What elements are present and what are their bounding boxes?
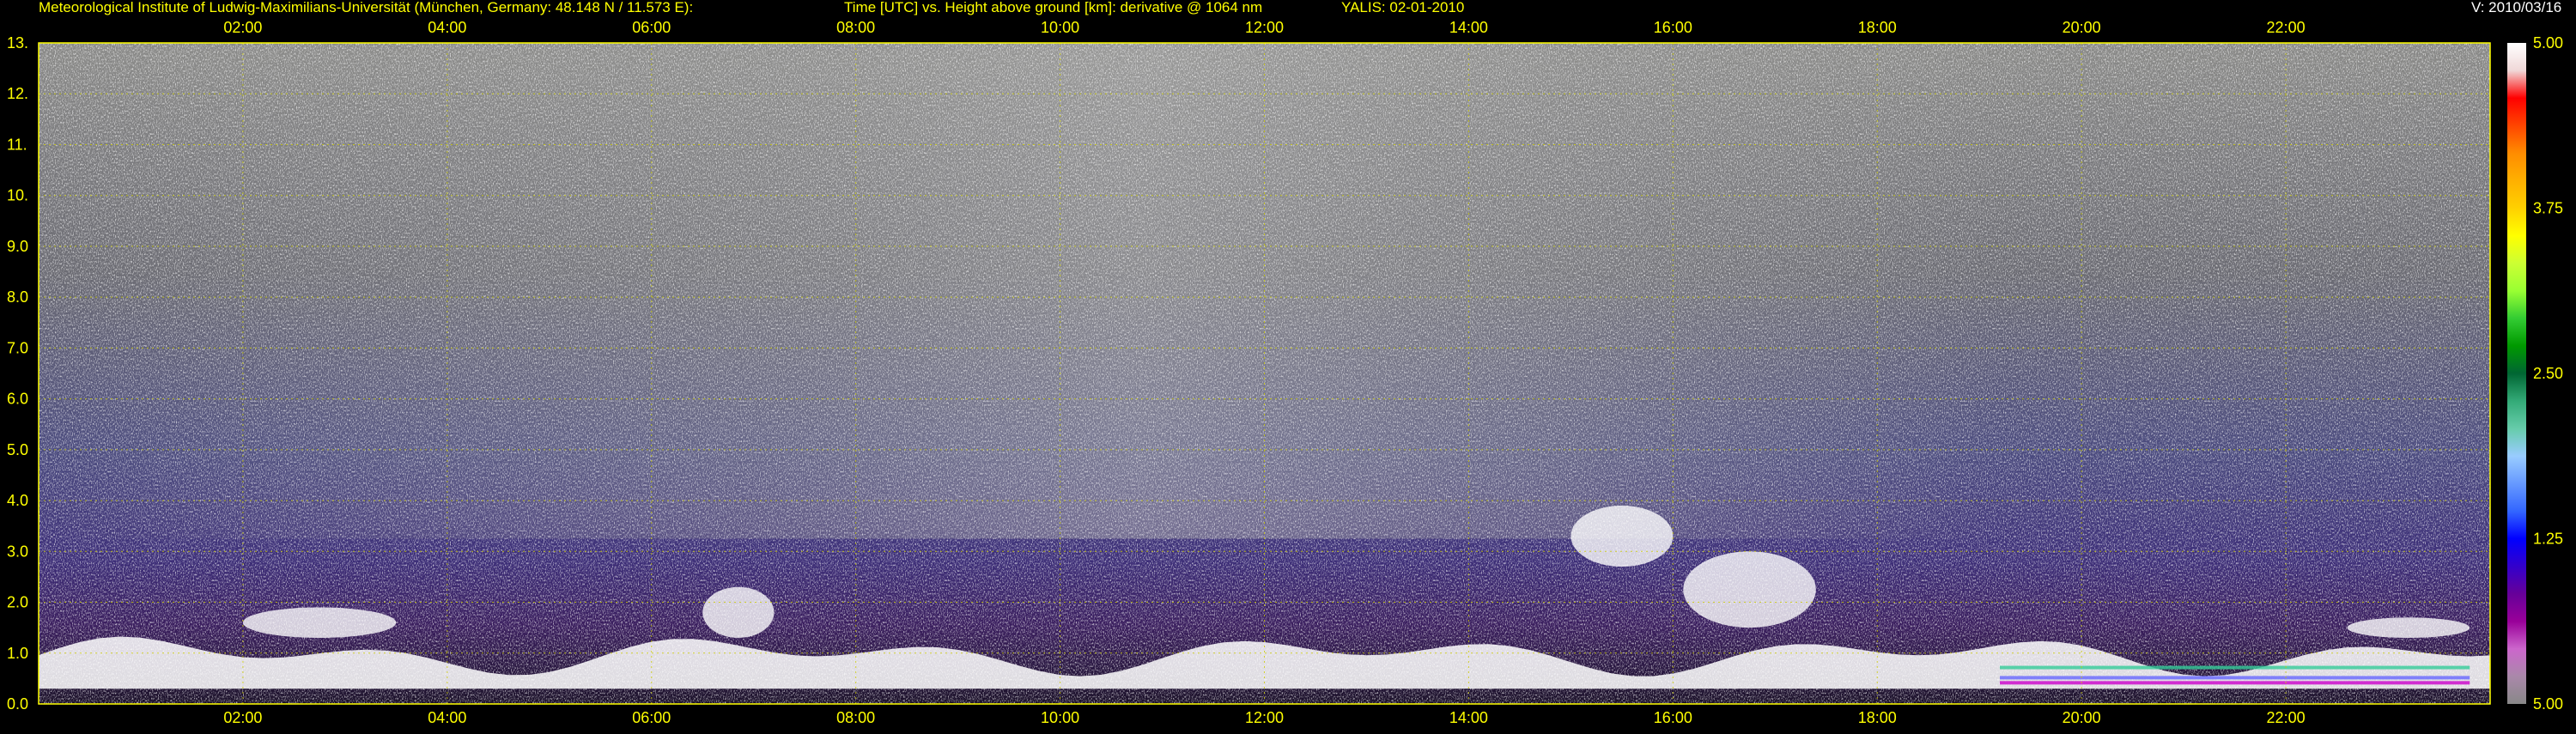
feature-cloud: [1571, 506, 1674, 567]
y-tick-label: 5.0: [7, 441, 28, 458]
y-tick-label: 13.: [7, 34, 28, 52]
y-tick-label: 3.0: [7, 543, 28, 560]
x-tick-label-bottom: 04:00: [428, 709, 466, 726]
x-tick-label-bottom: 06:00: [632, 709, 671, 726]
colorbar-label: 5.00: [2533, 695, 2563, 713]
y-tick-label: 4.0: [7, 492, 28, 509]
x-tick-label-bottom: 12:00: [1245, 709, 1284, 726]
x-tick-label-bottom: 02:00: [223, 709, 262, 726]
x-tick-label-top: 06:00: [632, 19, 671, 36]
x-tick-label-top: 12:00: [1245, 19, 1284, 36]
feature-cloud: [2347, 617, 2470, 639]
x-tick-label-top: 02:00: [223, 19, 262, 36]
x-tick-label-bottom: 08:00: [836, 709, 875, 726]
y-tick-label: 6.0: [7, 391, 28, 408]
plot-title: Time [UTC] vs. Height above ground [km]:…: [844, 0, 1262, 15]
feature-cloud: [242, 607, 397, 638]
colorbar: 5.00 3.75 2.50 1.25 5.00: [2507, 34, 2563, 713]
colorbar-label: 5.00: [2533, 34, 2563, 52]
y-tick-label: 7.0: [7, 339, 28, 356]
colorbar-label: 1.25: [2533, 531, 2563, 548]
version-label: V: 2010/03/16: [2471, 0, 2561, 15]
x-tick-label-top: 08:00: [836, 19, 875, 36]
colorbar-label: 2.50: [2533, 365, 2563, 382]
feature-fringe-magenta: [2000, 681, 2470, 685]
x-tick-label-bottom: 14:00: [1449, 709, 1488, 726]
institute-label: Meteorological Institute of Ludwig-Maxim…: [39, 0, 693, 15]
y-tick-label: 2.0: [7, 594, 28, 611]
feature-cloud: [702, 586, 775, 639]
feature-fringe-blue: [2000, 676, 2470, 680]
x-tick-label-top: 14:00: [1449, 19, 1488, 36]
colorbar-label: 3.75: [2533, 200, 2563, 217]
feature-fringe-green: [2000, 665, 2470, 670]
x-tick-label-top: 20:00: [2063, 19, 2101, 36]
colorbar-scale: [2507, 43, 2526, 704]
instrument-label: YALIS: 02-01-2010: [1341, 0, 1464, 15]
x-tick-label-top: 22:00: [2267, 19, 2306, 36]
lidar-plot-page: 02:00 02:00 04:00 04:00 06:00 06:00 08:00 08:00…: [0, 0, 2576, 730]
x-tick-label-bottom: 18:00: [1858, 709, 1897, 726]
y-tick-label: 1.0: [7, 645, 28, 662]
x-tick-label-bottom: 16:00: [1654, 709, 1692, 726]
x-tick-label-bottom: 10:00: [1041, 709, 1079, 726]
x-tick-label-bottom: 22:00: [2267, 709, 2306, 726]
x-tick-label-top: 18:00: [1858, 19, 1897, 36]
lidar-heatmap-chart: 02:00 02:00 04:00 04:00 06:00 06:00 08:00 08:00…: [7, 0, 2563, 726]
x-tick-label-top: 16:00: [1654, 19, 1692, 36]
y-tick-label: 10.: [7, 187, 28, 204]
y-tick-label: 9.0: [7, 238, 28, 255]
feature-cloud: [1683, 551, 1816, 628]
y-tick-label: 8.0: [7, 288, 28, 306]
x-tick-label-top: 04:00: [428, 19, 466, 36]
x-tick-label-top: 10:00: [1041, 19, 1079, 36]
y-tick-label: 0.0: [7, 695, 28, 713]
y-tick-label: 11.: [7, 136, 27, 153]
x-tick-label-bottom: 20:00: [2063, 709, 2101, 726]
y-tick-label: 12.: [7, 85, 28, 102]
